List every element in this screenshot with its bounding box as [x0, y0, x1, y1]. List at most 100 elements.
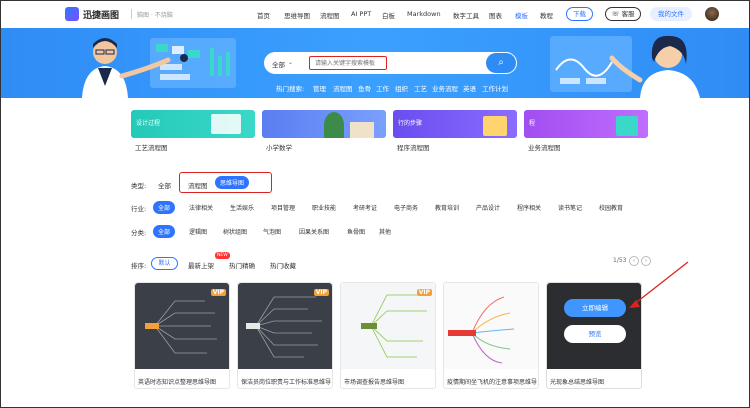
industry-filter-item[interactable]: 电子商务 [389, 201, 423, 214]
template-thumbnail [444, 283, 538, 369]
category-card-banner-text: 程 [529, 120, 536, 127]
customer-service-button[interactable]: ☏ 客服 [605, 7, 641, 21]
template-thumbnail: VIP [341, 283, 435, 369]
industry-filter-item[interactable]: 读书笔记 [553, 201, 587, 214]
nav-item-mindmap[interactable]: 思维导图 [284, 10, 310, 20]
nav-item-charts[interactable]: 图表 [489, 10, 502, 20]
type-filter-mindmap[interactable]: 思维导图 [215, 176, 250, 189]
template-card[interactable]: VIP 保洁员岗位职责与工作标准思维导图 [237, 282, 333, 389]
search-input[interactable] [309, 56, 387, 70]
category-card-banner[interactable]: 设计过程 [131, 110, 255, 138]
category-card-banner-text: 行的步骤 [398, 120, 423, 127]
template-title: 疫情期间坐飞机的注意事项思维导图 [447, 379, 537, 386]
category-card-banner[interactable]: 行的步骤 [393, 110, 517, 138]
hot-search-label: 热门搜索: [276, 85, 305, 93]
edit-now-button[interactable]: 立即编辑 [564, 299, 626, 317]
industry-filter-item[interactable]: 法律相关 [184, 201, 218, 214]
sort-label: 排序: [131, 262, 147, 270]
template-title: 保洁员岗位职责与工作标准思维导图 [241, 379, 331, 386]
industry-filter-item[interactable]: 校园教育 [594, 201, 628, 214]
nav-item-digital-tools[interactable]: 数字工具 [453, 10, 479, 20]
hot-term[interactable]: 工作计划 [482, 83, 508, 93]
industry-filter-all[interactable]: 全部 [153, 201, 176, 214]
hot-term[interactable]: 鱼骨 [358, 83, 371, 93]
template-card[interactable]: 疫情期间坐飞机的注意事项思维导图 [443, 282, 539, 389]
category-filter-item[interactable]: 其他 [374, 225, 396, 238]
industry-filter-label: 行业: [131, 205, 147, 213]
brand-name[interactable]: 迅捷画图 [83, 8, 119, 21]
template-card[interactable]: VIP 市场调查报告思维导图 [340, 282, 436, 389]
my-files-button[interactable]: 我的文件 [650, 7, 692, 21]
top-navigation-bar: 迅捷画图 脑图 · 不烧脑 首页 思维导图 流程图 AI PPT 白板 Mark… [0, 0, 750, 28]
category-filter-all[interactable]: 全部 [153, 225, 176, 238]
search-box [264, 52, 517, 74]
sort-default[interactable]: 默认 [151, 257, 178, 270]
card-decoration [616, 116, 638, 136]
template-title: 光现象总结思维导图 [550, 379, 605, 386]
category-card-banner[interactable]: 程 [524, 110, 648, 138]
hot-term[interactable]: 英语 [463, 83, 476, 93]
next-page-icon[interactable]: › [641, 256, 651, 266]
left-illustration [82, 38, 236, 98]
mindmap-thumbnail [448, 296, 515, 364]
headset-icon: ☏ [611, 10, 622, 18]
template-title: 英语时态知识点整理思维导图 [138, 379, 217, 386]
sort-hot-edit[interactable]: 热门精确 [229, 260, 255, 270]
prev-page-icon[interactable]: ‹ [629, 256, 639, 266]
industry-filter-item[interactable]: 程序相关 [512, 201, 546, 214]
template-thumbnail: VIP [238, 283, 332, 369]
category-card-title[interactable]: 程序流程图 [397, 142, 430, 152]
nav-item-templates[interactable]: 模板 [515, 10, 528, 20]
type-filter-all[interactable]: 全部 [158, 180, 171, 190]
sort-hot-favorite[interactable]: 热门收藏 [270, 260, 296, 270]
preview-button[interactable]: 预览 [564, 325, 626, 343]
template-card[interactable]: VIP 英语时态知识点整理思维导图 [134, 282, 230, 389]
nav-item-ai-ppt[interactable]: AI PPT [351, 10, 371, 18]
industry-filter-item[interactable]: 教育培训 [430, 201, 464, 214]
hot-term[interactable]: 工艺 [414, 83, 427, 93]
hot-term[interactable]: 业务流程 [432, 83, 458, 93]
category-filter-item[interactable]: 鱼骨图 [342, 225, 370, 238]
search-button[interactable]: ⌕ [486, 53, 516, 73]
nav-item-flowchart[interactable]: 流程图 [320, 10, 340, 20]
category-card-title[interactable]: 业务流程图 [528, 142, 561, 152]
industry-filter-item[interactable]: 职业技能 [307, 201, 341, 214]
search-scope-select[interactable]: 全部 [272, 59, 285, 69]
card-decoration [483, 116, 507, 136]
category-filter-item[interactable]: 因果关系图 [294, 225, 334, 238]
vip-badge: VIP [210, 289, 226, 296]
hot-term[interactable]: 组织 [395, 83, 408, 93]
nav-item-tutorials[interactable]: 教程 [540, 10, 553, 20]
search-icon: ⌕ [498, 57, 504, 68]
right-illustration [550, 35, 700, 98]
hot-term[interactable]: 管理 [313, 83, 326, 93]
nav-item-home[interactable]: 首页 [257, 10, 270, 20]
nav-item-markdown[interactable]: Markdown [407, 10, 441, 18]
industry-filter-item[interactable]: 产品设计 [471, 201, 505, 214]
industry-filter-item[interactable]: 生活娱乐 [225, 201, 259, 214]
template-title: 市场调查报告思维导图 [344, 379, 405, 386]
card-decoration [350, 122, 374, 138]
category-card-banner[interactable] [262, 110, 386, 138]
hot-term[interactable]: 流程图 [333, 83, 353, 93]
nav-item-whiteboard[interactable]: 白板 [382, 10, 395, 20]
sort-newest[interactable]: 最新上架 [188, 260, 214, 270]
vip-badge: VIP [416, 289, 432, 296]
type-filter-label: 类型: [131, 182, 147, 190]
hot-term[interactable]: 工作 [376, 83, 389, 93]
category-filter-item[interactable]: 树状组图 [218, 225, 252, 238]
category-filter-item[interactable]: 逻辑图 [184, 225, 212, 238]
category-filter-item[interactable]: 气泡图 [258, 225, 286, 238]
plant-icon [324, 112, 344, 138]
avatar[interactable] [705, 7, 719, 21]
brand-logo-icon[interactable] [65, 7, 79, 21]
chevron-down-icon[interactable]: ⌄ [288, 59, 293, 66]
industry-filter-item[interactable]: 考研考证 [348, 201, 382, 214]
category-card-title[interactable]: 工艺流程图 [135, 142, 168, 152]
vip-badge: VIP [313, 289, 329, 296]
type-filter-flowchart[interactable]: 流程图 [188, 180, 208, 190]
industry-filter-item[interactable]: 项目管理 [266, 201, 300, 214]
download-button[interactable]: 下载 [566, 7, 593, 21]
category-card-title[interactable]: 小学数学 [266, 142, 292, 152]
card-decoration [211, 114, 241, 134]
